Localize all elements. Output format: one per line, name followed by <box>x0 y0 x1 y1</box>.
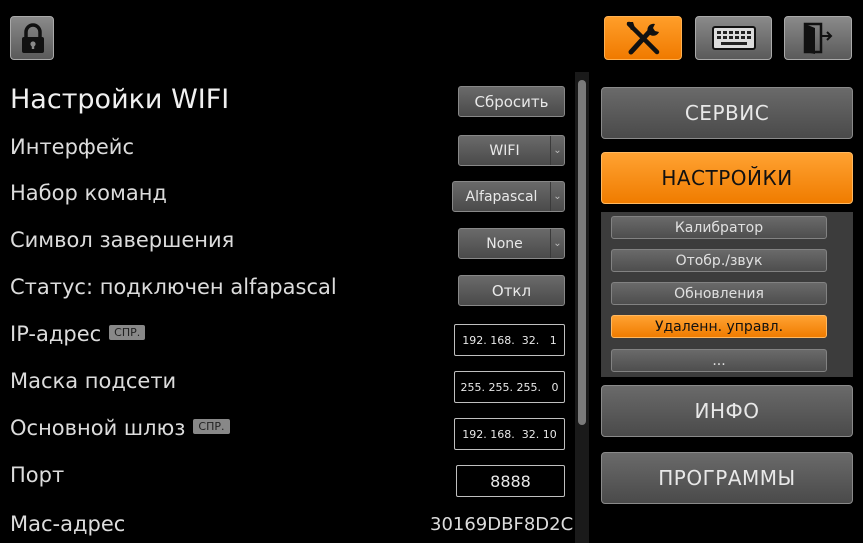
settings-menu-button[interactable]: НАСТРОЙКИ <box>601 152 853 204</box>
interface-select[interactable]: WIFI ⌄ <box>458 135 565 166</box>
programs-menu-button[interactable]: ПРОГРАММЫ <box>601 452 853 504</box>
submenu-item-calibrator[interactable]: Калибратор <box>611 216 827 239</box>
submenu-item-updates[interactable]: Обновления <box>611 282 827 305</box>
page-title: Настройки WIFI <box>10 84 230 115</box>
gateway-help-badge[interactable]: СПР. <box>193 418 230 434</box>
exit-door-icon <box>803 22 833 54</box>
terminator-label: Символ завершения <box>10 228 235 252</box>
command-set-value: Alfapascal <box>465 188 538 205</box>
mask-label: Маска подсети <box>10 369 177 393</box>
lock-button[interactable] <box>10 16 54 60</box>
gateway-label: Основной шлюз СПР. <box>10 416 230 440</box>
reset-button[interactable]: Сбросить <box>458 86 565 117</box>
command-set-label: Набор команд <box>10 181 167 205</box>
service-menu-button[interactable]: СЕРВИС <box>601 87 853 139</box>
keyboard-button[interactable] <box>695 16 772 60</box>
scrollbar-thumb[interactable] <box>578 80 586 425</box>
service-tools-button[interactable] <box>604 16 682 60</box>
ip-address-field[interactable]: 192. 168. 32. 1 <box>454 324 565 356</box>
keyboard-icon <box>711 26 756 50</box>
submenu-item-remote-control[interactable]: Удаленн. управл. <box>611 315 827 338</box>
chevron-down-icon: ⌄ <box>550 182 564 211</box>
submenu-item-display-sound[interactable]: Отобр./звук <box>611 249 827 272</box>
ip-label-text: IP-адрес <box>10 322 102 346</box>
info-menu-button[interactable]: ИНФО <box>601 385 853 437</box>
exit-button[interactable] <box>784 16 852 60</box>
disconnect-button[interactable]: Откл <box>458 275 565 306</box>
settings-panel: Настройки WIFI Сбросить Интерфейс WIFI ⌄… <box>0 72 575 543</box>
ip-label: IP-адрес СПР. <box>10 322 146 346</box>
main-menu: СЕРВИС НАСТРОЙКИ Калибратор Отобр./звук … <box>590 72 863 543</box>
port-field[interactable]: 8888 <box>456 465 565 497</box>
top-toolbar <box>0 0 863 72</box>
chevron-down-icon: ⌄ <box>550 136 564 165</box>
port-label: Порт <box>10 463 65 487</box>
terminator-value: None <box>486 235 523 252</box>
mac-label: Мас-адрес <box>10 512 126 536</box>
interface-value: WIFI <box>489 142 520 159</box>
chevron-down-icon: ⌄ <box>550 229 564 258</box>
lock-icon <box>22 23 44 53</box>
ip-help-badge[interactable]: СПР. <box>109 324 146 340</box>
mac-value: 30169DBF8D2C <box>430 514 574 535</box>
terminator-select[interactable]: None ⌄ <box>458 228 565 259</box>
subnet-mask-field[interactable]: 255. 255. 255. 0 <box>454 371 565 403</box>
interface-label: Интерфейс <box>10 135 134 159</box>
status-label: Статус: подключен alfapascal <box>10 275 337 299</box>
wrench-screwdriver-icon <box>626 21 660 55</box>
gateway-field[interactable]: 192. 168. 32. 10 <box>454 418 565 450</box>
command-set-select[interactable]: Alfapascal ⌄ <box>452 181 565 212</box>
gateway-label-text: Основной шлюз <box>10 416 186 440</box>
submenu-item-more[interactable]: ... <box>611 349 827 372</box>
